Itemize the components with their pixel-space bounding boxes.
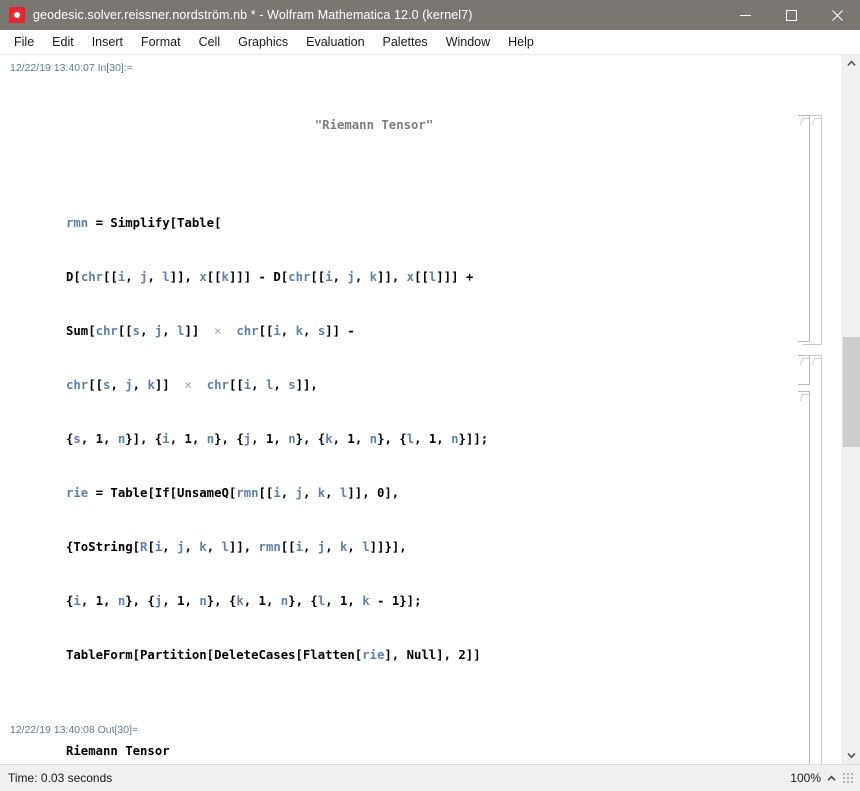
code-line-9: TableForm[Partition[DeleteCases[Flatten[… <box>66 648 481 662</box>
maximize-icon <box>785 9 797 21</box>
menu-format[interactable]: Format <box>132 32 190 53</box>
triangle-up-icon[interactable] <box>827 775 836 782</box>
minimize-icon <box>739 14 751 16</box>
input-code[interactable]: "Riemann Tensor" rmn = Simplify[Table[ D… <box>0 80 842 700</box>
scrollbar-thumb[interactable] <box>843 337 860 447</box>
code-line-2: D[chr[[i, j, l]], x[[k]]] - D[chr[[i, j,… <box>66 270 474 284</box>
output-cell-1-text: Riemann Tensor <box>66 744 170 758</box>
code-line-8: {i, 1, n}, {j, 1, n}, {k, 1, n}, {l, 1, … <box>66 594 422 608</box>
evaluation-time-label: Time: 0.03 seconds <box>8 771 113 785</box>
menu-palettes[interactable]: Palettes <box>374 32 437 53</box>
scroll-down-button[interactable] <box>843 747 860 764</box>
input-cell[interactable]: 12/22/19 13:40:07 In[30]:= "Riemann Tens… <box>0 55 842 700</box>
menu-edit[interactable]: Edit <box>43 32 83 53</box>
code-title-string: "Riemann Tensor" <box>314 118 434 132</box>
maximize-button[interactable] <box>768 0 814 30</box>
output-cell-1-label: 12/22/19 13:40:08 Out[30]= <box>10 724 139 736</box>
code-line-1: rmn = Simplify[Table[ <box>66 216 222 230</box>
scroll-up-button[interactable] <box>843 55 860 72</box>
window-controls <box>722 0 860 30</box>
output-cell-text[interactable]: 12/22/19 13:40:08 Out[30]= Riemann Tenso… <box>0 700 842 760</box>
zoom-level-label[interactable]: 100% <box>790 771 821 785</box>
code-line-3: Sum[chr[[s, j, l]] × chr[[i, k, s]] - <box>66 324 355 338</box>
code-line-7: {ToString[R[i, j, k, l]], rmn[[i, j, k, … <box>66 540 407 554</box>
menu-window[interactable]: Window <box>437 32 499 53</box>
menu-bar: File Edit Insert Format Cell Graphics Ev… <box>0 30 860 55</box>
chevron-down-icon <box>847 753 856 759</box>
menu-cell[interactable]: Cell <box>190 32 230 53</box>
notebook-area: 12/22/19 13:40:07 In[30]:= "Riemann Tens… <box>0 55 860 764</box>
code-line-4: chr[[s, j, k]] × chr[[i, l, s]], <box>66 378 318 392</box>
close-button[interactable] <box>814 0 860 30</box>
input-cell-label: 12/22/19 13:40:07 In[30]:= <box>10 62 133 74</box>
vertical-scrollbar[interactable] <box>842 55 860 764</box>
code-line-5: {s, 1, n}], {i, 1, n}, {j, 1, n}, {k, 1,… <box>66 432 489 446</box>
spikey-icon <box>9 7 25 23</box>
notebook-canvas[interactable]: 12/22/19 13:40:07 In[30]:= "Riemann Tens… <box>0 55 842 764</box>
status-right-group: 100% <box>790 771 860 785</box>
output-cell-tableform[interactable]: 12/22/19 13:40:08 Out[33]//TableForm= R[… <box>0 760 842 764</box>
window-title: geodesic.solver.reissner.nordström.nb * … <box>33 8 473 22</box>
chevron-up-icon <box>847 60 856 66</box>
title-bar: geodesic.solver.reissner.nordström.nb * … <box>0 0 860 30</box>
minimize-button[interactable] <box>722 0 768 30</box>
menu-graphics[interactable]: Graphics <box>229 32 297 53</box>
menu-help[interactable]: Help <box>499 32 543 53</box>
status-bar: Time: 0.03 seconds 100% <box>0 764 860 791</box>
menu-insert[interactable]: Insert <box>83 32 132 53</box>
mathematica-window: geodesic.solver.reissner.nordström.nb * … <box>0 0 860 791</box>
menu-evaluation[interactable]: Evaluation <box>297 32 373 53</box>
close-icon <box>831 9 843 21</box>
resize-grip-icon[interactable] <box>842 772 854 784</box>
code-line-6: rie = Table[If[UnsameQ[rmn[[i, j, k, l]]… <box>66 486 400 500</box>
menu-file[interactable]: File <box>5 32 43 53</box>
